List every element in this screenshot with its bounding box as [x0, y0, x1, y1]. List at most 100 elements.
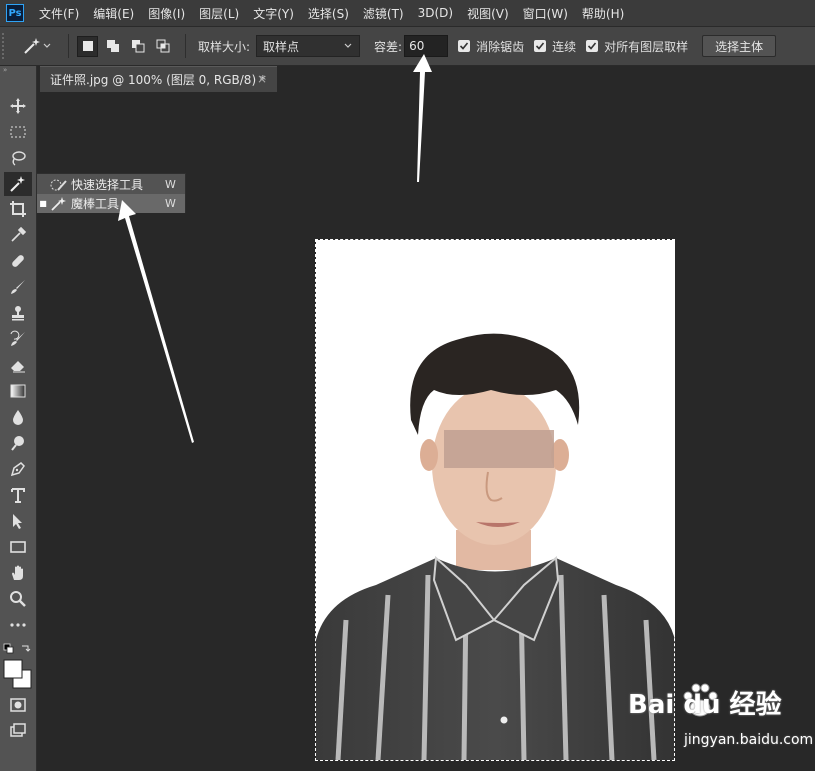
pen-tool[interactable]: [4, 457, 32, 481]
color-swatches[interactable]: [2, 642, 36, 692]
subtract-from-selection-button[interactable]: [127, 36, 148, 57]
screen-mode-icon: [10, 723, 26, 737]
toolbar-collapse[interactable]: »: [0, 66, 36, 74]
quick-selection-icon: [49, 177, 69, 193]
sample-size-value: 取样点: [263, 39, 300, 54]
move-tool[interactable]: [4, 94, 32, 118]
divider: [185, 34, 186, 58]
document-tab-title: 证件照.jpg @ 100% (图层 0, RGB/8) *: [50, 73, 266, 87]
lasso-tool[interactable]: [4, 146, 32, 170]
hand-icon: [12, 565, 23, 580]
menu-file[interactable]: 文件(F): [32, 5, 86, 22]
menu-help[interactable]: 帮助(H): [575, 5, 631, 22]
dodge-tool[interactable]: [4, 431, 32, 455]
flyout-item-quick-selection[interactable]: 快速选择工具 W: [37, 175, 185, 194]
contiguous-checkbox[interactable]: 连续: [534, 38, 576, 55]
menu-edit[interactable]: 编辑(E): [86, 5, 141, 22]
eraser-tool[interactable]: [4, 353, 32, 377]
subtract-selection-icon: [131, 40, 144, 53]
more-icon: [10, 623, 26, 627]
anti-alias-checkbox[interactable]: 消除锯齿: [458, 38, 524, 55]
flyout-item-shortcut: W: [165, 178, 176, 191]
flyout-item-shortcut: W: [165, 197, 176, 210]
pen-icon: [10, 462, 25, 477]
menu-3d[interactable]: 3D(D): [411, 6, 460, 20]
quick-mask-button[interactable]: [4, 693, 32, 717]
eraser-icon: [11, 361, 25, 373]
crop-tool[interactable]: [4, 197, 32, 221]
history-brush-tool[interactable]: [4, 327, 32, 351]
blur-tool[interactable]: [4, 405, 32, 429]
contiguous-label: 连续: [552, 39, 577, 54]
hand-tool[interactable]: [4, 561, 32, 585]
intersect-selection-icon: [156, 39, 169, 53]
checkmark-icon: [458, 40, 471, 52]
chevron-down-icon: [344, 43, 352, 48]
type-icon: [11, 488, 25, 503]
quick-mask-icon: [10, 698, 26, 712]
rectangle-tool[interactable]: [4, 535, 32, 559]
menu-view[interactable]: 视图(V): [460, 5, 516, 22]
checkmark-icon: [534, 40, 547, 52]
healing-icon: [12, 255, 24, 267]
tools-panel: »: [0, 66, 37, 771]
sample-all-layers-checkbox[interactable]: 对所有图层取样: [586, 38, 688, 55]
baidu-watermark: Bai du 经验 jingyan.baidu.com: [612, 676, 814, 764]
path-select-tool[interactable]: [4, 509, 32, 533]
stamp-tool[interactable]: [4, 301, 32, 325]
swatch-reset-icon: [3, 643, 32, 689]
gradient-tool[interactable]: [4, 379, 32, 403]
marquee-icon: [10, 126, 26, 138]
dodge-icon: [11, 436, 24, 451]
history-brush-icon: [10, 330, 25, 346]
checkmark-icon: [586, 40, 599, 52]
magic-wand-tool[interactable]: [4, 172, 32, 196]
lasso-icon: [12, 151, 26, 166]
options-bar: 取样大小: 取样点 容差: 60 消除锯齿 连续 对所有图层取样 选择主体: [0, 26, 815, 66]
photoshop-logo: Ps: [6, 4, 24, 22]
select-subject-button[interactable]: 选择主体: [702, 35, 777, 57]
close-icon[interactable]: ×: [257, 72, 267, 86]
document-tab-bar: 证件照.jpg @ 100% (图层 0, RGB/8) * ×: [37, 66, 815, 92]
options-grip[interactable]: [2, 33, 12, 59]
menu-bar: Ps 文件(F) 编辑(E) 图像(I) 图层(L) 文字(Y) 选择(S) 滤…: [0, 0, 815, 26]
magic-wand-icon: [24, 38, 40, 54]
tolerance-label: 容差:: [374, 39, 403, 54]
menu-filter[interactable]: 滤镜(T): [356, 5, 411, 22]
sample-all-layers-label: 对所有图层取样: [604, 39, 689, 54]
menu-type[interactable]: 文字(Y): [246, 5, 301, 22]
screen-mode-button[interactable]: [4, 719, 32, 743]
magic-wand-icon: [10, 176, 25, 192]
tool-preset-picker[interactable]: [22, 36, 60, 56]
magic-wand-icon: [49, 196, 69, 212]
menu-layer[interactable]: 图层(L): [192, 5, 246, 22]
menu-window[interactable]: 窗口(W): [516, 5, 575, 22]
intersect-selection-button[interactable]: [152, 36, 173, 57]
rectangle-icon: [10, 541, 26, 553]
flyout-item-label: 快速选择工具: [71, 178, 144, 192]
healing-tool[interactable]: [4, 249, 32, 273]
eyedropper-icon: [11, 226, 27, 242]
tool-flyout-menu: 快速选择工具 W ■ 魔棒工具 W: [36, 173, 186, 213]
document-tab[interactable]: 证件照.jpg @ 100% (图层 0, RGB/8) * ×: [40, 66, 277, 92]
blur-icon: [13, 410, 23, 425]
new-selection-button[interactable]: [77, 35, 98, 57]
brush-tool[interactable]: [4, 275, 32, 299]
menu-select[interactable]: 选择(S): [301, 5, 356, 22]
divider: [68, 34, 69, 58]
zoom-tool[interactable]: [4, 587, 32, 611]
eyedropper-tool[interactable]: [4, 223, 32, 247]
menu-image[interactable]: 图像(I): [141, 5, 192, 22]
add-selection-icon: [106, 40, 119, 52]
more-tools[interactable]: [4, 613, 32, 637]
add-to-selection-button[interactable]: [102, 36, 123, 57]
tolerance-input[interactable]: 60: [404, 35, 449, 57]
type-tool[interactable]: [4, 483, 32, 507]
flyout-item-magic-wand[interactable]: ■ 魔棒工具 W: [37, 194, 185, 213]
sample-size-select[interactable]: 取样点: [256, 35, 361, 57]
marquee-tool[interactable]: [4, 120, 32, 144]
watermark-url: jingyan.baidu.com: [684, 732, 814, 748]
gradient-icon: [10, 384, 26, 398]
selected-bullet-icon: ■: [39, 199, 47, 208]
brush-icon: [11, 280, 25, 294]
